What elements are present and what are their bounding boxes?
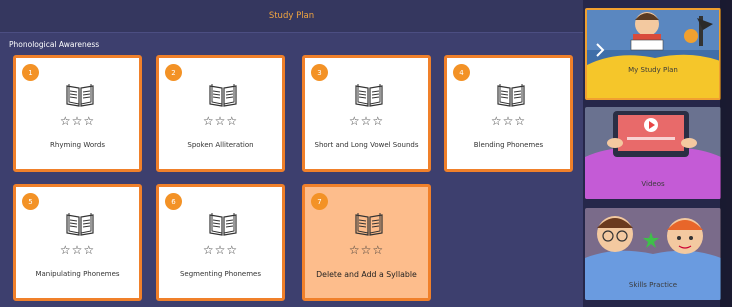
sidebar-item-label: Skills Practice	[628, 281, 678, 289]
page-edge-shadow	[720, 0, 732, 307]
sidebar-item-skills-practice[interactable]: Skills Practice	[585, 208, 721, 300]
sidebar-item-videos[interactable]: Videos	[585, 107, 721, 199]
book-icon	[209, 213, 237, 236]
book-icon	[209, 84, 237, 107]
lesson-label: Delete and Add a Syllable	[316, 270, 417, 279]
lesson-number-badge: 2	[165, 64, 182, 81]
sidebar-item-label: My Study Plan	[628, 66, 678, 74]
lesson-label: Rhyming Words	[50, 141, 105, 149]
star-rating: ☆☆☆	[348, 243, 385, 257]
book-icon	[355, 84, 383, 107]
lesson-label: Blending Phonemes	[473, 141, 544, 149]
study-kid-illustration	[587, 10, 719, 98]
lesson-number-badge: 7	[311, 193, 328, 210]
lesson-card[interactable]: 2 ☆☆☆ Spoken Alliteration	[156, 55, 285, 172]
book-icon	[497, 84, 525, 107]
lesson-number-badge: 6	[165, 193, 182, 210]
lesson-card[interactable]: 4 ☆☆☆ Blending Phonemes	[444, 55, 573, 172]
lesson-number-badge: 5	[22, 193, 39, 210]
sidebar-item-my-study-plan[interactable]: My Study Plan	[585, 8, 721, 100]
lesson-card-selected[interactable]: 7 ☆☆☆ Delete and Add a Syllable	[302, 184, 431, 301]
lesson-card[interactable]: 6 ☆☆☆ Segmenting Phonemes	[156, 184, 285, 301]
lesson-label: Spoken Alliteration	[187, 141, 254, 149]
sidebar: My Study Plan Videos Skills Practice	[583, 0, 732, 307]
star-rating: ☆☆☆	[59, 243, 96, 257]
book-icon	[355, 213, 383, 236]
lesson-number-badge: 1	[22, 64, 39, 81]
section-title: Phonological Awareness	[9, 40, 100, 49]
star-rating: ☆☆☆	[59, 114, 96, 128]
lesson-card[interactable]: 5 ☆☆☆ Manipulating Phonemes	[13, 184, 142, 301]
lesson-number-badge: 3	[311, 64, 328, 81]
lesson-number-badge: 4	[453, 64, 470, 81]
star-rating: ☆☆☆	[490, 114, 527, 128]
page-header: Study Plan	[0, 0, 583, 33]
page-title: Study Plan	[268, 11, 315, 21]
study-plan-panel: Study Plan Phonological Awareness 1 ☆☆☆ …	[0, 0, 583, 307]
sidebar-item-label: Videos	[641, 180, 665, 188]
lesson-card[interactable]: 1 ☆☆☆ Rhyming Words	[13, 55, 142, 172]
lesson-label: Segmenting Phonemes	[179, 270, 261, 278]
lesson-card[interactable]: 3 ☆☆☆ Short and Long Vowel Sounds	[302, 55, 431, 172]
lesson-label: Short and Long Vowel Sounds	[314, 141, 419, 149]
book-icon	[66, 84, 94, 107]
star-rating: ☆☆☆	[202, 114, 239, 128]
star-rating: ☆☆☆	[348, 114, 385, 128]
book-icon	[66, 213, 94, 236]
lesson-label: Manipulating Phonemes	[35, 270, 120, 278]
star-rating: ☆☆☆	[202, 243, 239, 257]
